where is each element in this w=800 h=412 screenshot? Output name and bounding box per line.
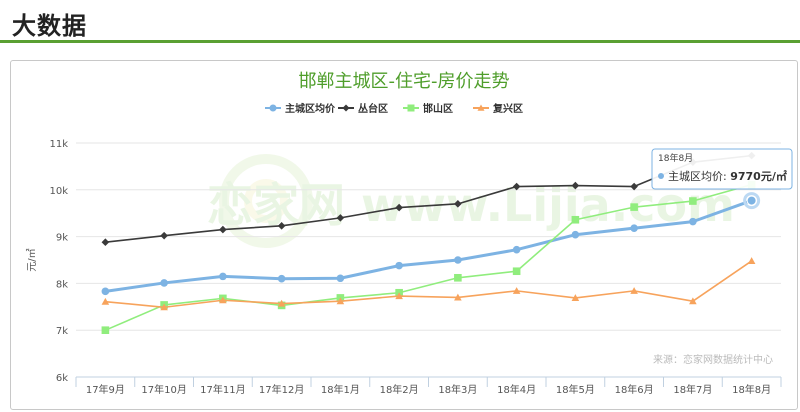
tooltip-value: 9770元/㎡ xyxy=(730,169,787,183)
chart-legend: 主城区均价 丛台区 邯山区 复兴区 xyxy=(265,102,523,115)
tooltip-series-name: 主城区均价: xyxy=(668,170,730,183)
chart-tooltip: 18年8月主城区均价: 9770元/㎡ xyxy=(651,148,793,190)
section-header: 大数据 xyxy=(0,0,800,44)
y-tick-label: 7k xyxy=(56,326,68,337)
data-point[interactable] xyxy=(630,224,638,232)
data-point[interactable] xyxy=(101,326,110,334)
legend-marker xyxy=(269,104,277,112)
data-point[interactable] xyxy=(454,273,462,282)
chart-title: 邯郸主城区-住宅-房价走势 xyxy=(299,71,510,92)
tooltip-marker xyxy=(658,173,664,179)
section-title: 大数据 xyxy=(12,12,87,40)
legend-label: 复兴区 xyxy=(492,102,523,115)
data-point[interactable] xyxy=(219,272,227,281)
x-tick-label: 18年7月 xyxy=(673,383,712,396)
y-tick-label: 6k xyxy=(56,373,68,384)
x-tick-label: 18年4月 xyxy=(497,383,536,396)
x-tick-label: 18年6月 xyxy=(615,383,654,396)
x-tick-label: 18年5月 xyxy=(556,383,595,396)
y-tick-label: 8k xyxy=(56,279,68,290)
x-tick-label: 18年8月 xyxy=(732,383,771,396)
data-point[interactable] xyxy=(277,274,286,283)
legend-item[interactable]: 邯山区 xyxy=(403,102,453,115)
data-point[interactable] xyxy=(571,230,580,239)
x-tick-label: 18年1月 xyxy=(321,383,360,396)
section-divider xyxy=(0,40,800,43)
data-point[interactable] xyxy=(571,215,580,224)
legend-marker xyxy=(407,104,415,112)
y-axis-label: 元/㎡ xyxy=(26,248,38,271)
price-trend-chart: 恋家网 www.Lijia.com邯郸主城区-住宅-房价走势主城区均价 丛台区 邯山… xyxy=(26,71,793,396)
data-point[interactable] xyxy=(336,274,345,283)
data-point[interactable] xyxy=(512,267,521,276)
legend-label: 丛台区 xyxy=(358,102,388,115)
legend-item[interactable]: 丛台区 xyxy=(338,102,388,115)
x-tick-label: 17年12月 xyxy=(259,383,304,396)
data-point[interactable] xyxy=(101,238,110,247)
data-point[interactable] xyxy=(160,279,168,287)
x-tick-label: 17年10月 xyxy=(141,383,186,396)
legend-item[interactable]: 复兴区 xyxy=(473,102,523,115)
data-point[interactable] xyxy=(689,197,697,205)
chart-source: 来源：恋家网数据统计中心 xyxy=(653,353,773,366)
hover-point[interactable] xyxy=(746,195,757,206)
data-point[interactable] xyxy=(747,257,756,264)
data-point[interactable] xyxy=(101,287,110,296)
chart-panel: 恋家网 www.Lijia.com 邯郸主城区-住宅-房价走势 主城区均价 丛台区 邯山… xyxy=(10,60,798,410)
data-point[interactable] xyxy=(454,256,462,264)
y-tick-label: 10k xyxy=(49,186,68,197)
y-tick-label: 9k xyxy=(56,233,68,244)
legend-label: 主城区均价 xyxy=(285,102,336,115)
legend-marker xyxy=(342,104,350,112)
x-tick-label: 18年3月 xyxy=(438,383,477,396)
data-point[interactable] xyxy=(630,203,638,211)
data-point[interactable] xyxy=(512,245,521,254)
data-point[interactable] xyxy=(160,231,168,240)
x-tick-label: 17年9月 xyxy=(86,383,125,396)
y-tick-label: 11k xyxy=(49,139,68,150)
x-axis: 17年9月 17年10月 17年11月 17年12月 18年1月 18年2月 18年3月 18… xyxy=(75,376,782,396)
data-point[interactable] xyxy=(395,261,403,270)
legend-item[interactable]: 主城区均价 xyxy=(265,102,336,115)
tooltip-label: 主城区均价: 9770元/㎡ xyxy=(668,169,787,183)
x-tick-label: 18年2月 xyxy=(380,383,419,396)
legend-label: 邯山区 xyxy=(423,102,453,115)
x-tick-label: 17年11月 xyxy=(200,383,245,396)
data-point[interactable] xyxy=(689,217,697,226)
tooltip-time: 18年8月 xyxy=(658,152,693,164)
